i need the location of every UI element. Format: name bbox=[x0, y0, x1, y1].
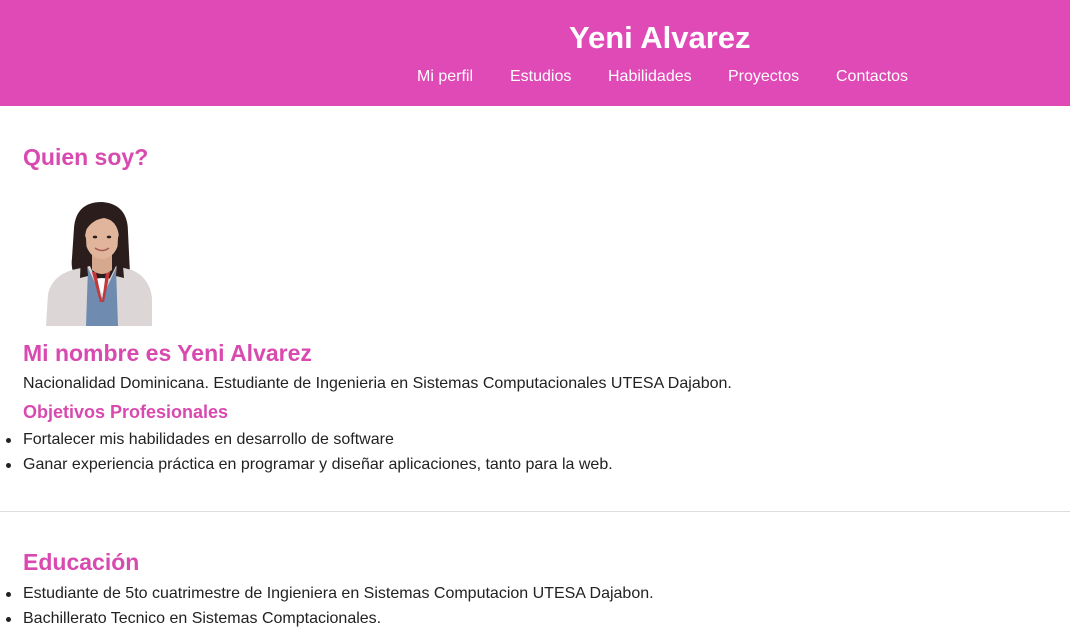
list-item: Ganar experiencia práctica en programar … bbox=[0, 455, 613, 480]
name-heading: Mi nombre es Yeni Alvarez bbox=[23, 340, 312, 366]
objective-text: Ganar experiencia práctica en programar … bbox=[23, 456, 613, 473]
nav-habilidades[interactable]: Habilidades bbox=[608, 64, 692, 90]
objectives-list: Fortalecer mis habilidades en desarrollo… bbox=[0, 430, 613, 480]
bullet-icon bbox=[6, 617, 11, 622]
objective-text: Fortalecer mis habilidades en desarrollo… bbox=[23, 431, 394, 448]
education-heading: Educación bbox=[23, 549, 140, 575]
bullet-icon bbox=[6, 592, 11, 597]
section-divider bbox=[0, 511, 1070, 512]
about-heading: Quien soy? bbox=[23, 144, 149, 170]
main-nav: Mi perfil Estudios Habilidades Proyectos… bbox=[0, 64, 1070, 90]
bullet-icon bbox=[6, 438, 11, 443]
objectives-heading: Objetivos Profesionales bbox=[23, 402, 229, 422]
profile-photo bbox=[46, 202, 152, 326]
education-list: Estudiante de 5to cuatrimestre de Ingien… bbox=[0, 584, 654, 634]
nav-proyectos[interactable]: Proyectos bbox=[728, 64, 799, 90]
site-title: Yeni Alvarez bbox=[569, 20, 751, 55]
site-header: Yeni Alvarez Mi perfil Estudios Habilida… bbox=[0, 0, 1070, 106]
bullet-icon bbox=[6, 463, 11, 468]
list-item: Fortalecer mis habilidades en desarrollo… bbox=[0, 430, 613, 455]
bio-text: Nacionalidad Dominicana. Estudiante de I… bbox=[23, 375, 732, 392]
education-text: Estudiante de 5to cuatrimestre de Ingien… bbox=[23, 585, 654, 602]
nav-mi-perfil[interactable]: Mi perfil bbox=[417, 64, 473, 90]
education-text: Bachillerato Tecnico en Sistemas Comptac… bbox=[23, 610, 382, 627]
list-item: Bachillerato Tecnico en Sistemas Comptac… bbox=[0, 609, 654, 634]
nav-contactos[interactable]: Contactos bbox=[836, 64, 908, 90]
nav-estudios[interactable]: Estudios bbox=[510, 64, 571, 90]
list-item: Estudiante de 5to cuatrimestre de Ingien… bbox=[0, 584, 654, 609]
